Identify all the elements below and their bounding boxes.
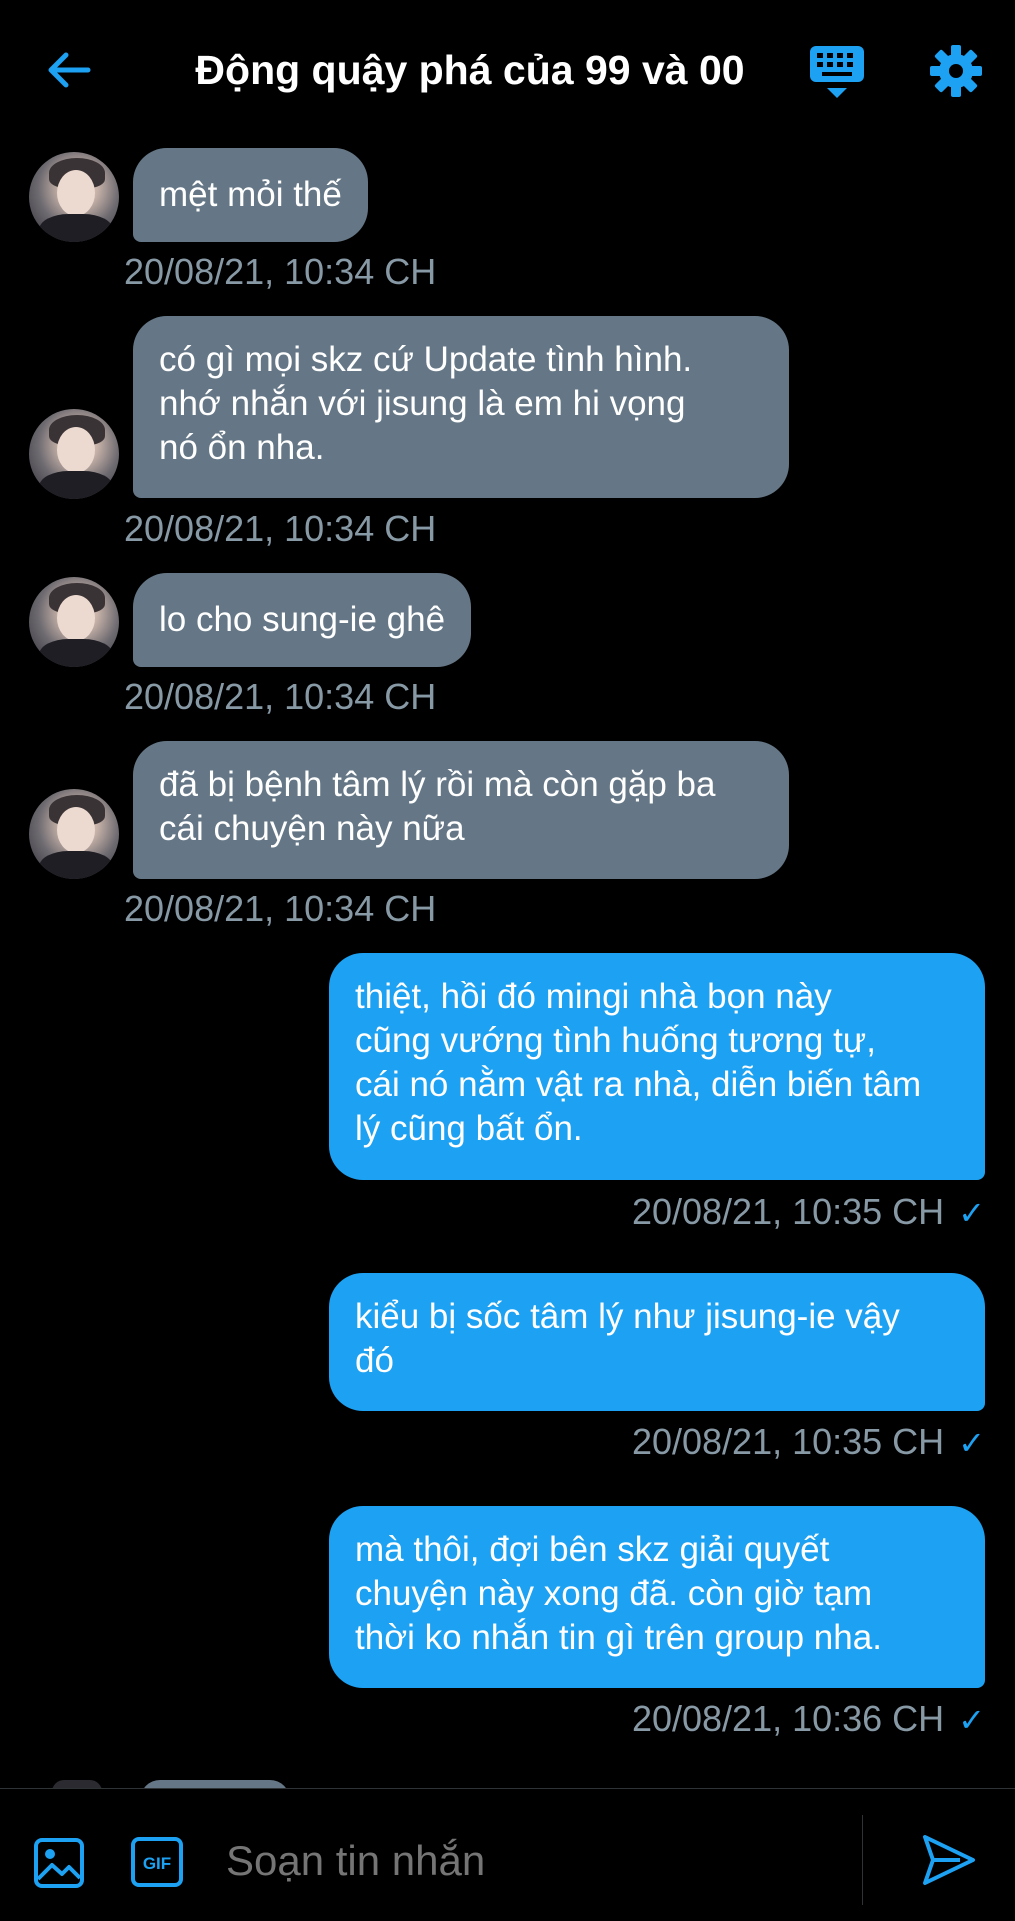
- keyboard-button[interactable]: [808, 44, 866, 100]
- message-text-line: cũng vướng tình huống tương tự,: [355, 1021, 876, 1060]
- message-timestamp: 20/08/21, 10:34 CH: [124, 676, 437, 717]
- add-image-button[interactable]: [33, 1837, 85, 1889]
- conversation-title: Động quậy phá của 99 và 00: [195, 47, 745, 93]
- send-icon: [923, 1835, 975, 1885]
- message-text-line: kiểu bị sốc tâm lý như jisung-ie vậy: [355, 1297, 900, 1336]
- message-text-line: mà thôi, đợi bên skz giải quyết: [355, 1530, 830, 1569]
- composer-divider: [862, 1815, 863, 1905]
- message-text-line: đã bị bệnh tâm lý rồi mà còn gặp ba: [159, 765, 716, 804]
- sent-check-icon: ✓: [958, 1195, 985, 1231]
- message-bubble-incoming[interactable]: lo cho sung-ie ghê: [133, 573, 472, 667]
- message-bubble-incoming[interactable]: mệt mỏi thế: [133, 148, 368, 242]
- message-timestamp: 20/08/21, 10:36 CH ✓: [632, 1697, 985, 1742]
- sender-avatar[interactable]: [29, 152, 119, 242]
- gif-label: GIF: [143, 1854, 171, 1873]
- timestamp-text: 20/08/21, 10:35 CH: [631, 1421, 945, 1462]
- message-text-line: nhớ nhắn với jisung là em hi vọng: [159, 384, 686, 423]
- timestamp-text: 20/08/21, 10:36 CH: [631, 1698, 945, 1739]
- message-text-line: cái nó nằm vật ra nhà, diễn biến tâm: [355, 1065, 922, 1104]
- message-text-line: có gì mọi skz cứ Update tình hình.: [159, 340, 693, 379]
- gif-icon: GIF: [131, 1837, 183, 1887]
- message-bubble-incoming[interactable]: có gì mọi skz cứ Update tình hình. nhớ n…: [133, 316, 789, 498]
- message-input[interactable]: [226, 1829, 826, 1893]
- message-text-line: thiệt, hồi đó mingi nhà bọn này: [355, 977, 832, 1016]
- message-timestamp: 20/08/21, 10:34 CH: [124, 508, 437, 549]
- sender-avatar[interactable]: [29, 577, 119, 667]
- message-timestamp: 20/08/21, 10:34 CH: [124, 251, 437, 292]
- timestamp-text: 20/08/21, 10:35 CH: [631, 1191, 945, 1232]
- message-text-line: cái chuyện này nữa: [159, 809, 465, 848]
- message-text-line: lý cũng bất ổn.: [355, 1109, 583, 1148]
- message-timestamp: 20/08/21, 10:34 CH: [124, 888, 437, 929]
- keyboard-icon: [810, 46, 864, 98]
- sent-check-icon: ✓: [958, 1425, 985, 1461]
- message-text-line: đó: [355, 1341, 394, 1380]
- message-text-line: chuyện này xong đã. còn giờ tạm: [355, 1574, 873, 1613]
- sender-avatar[interactable]: [29, 409, 119, 499]
- message-bubble-incoming[interactable]: đã bị bệnh tâm lý rồi mà còn gặp ba cái …: [133, 741, 789, 879]
- message-bubble-outgoing[interactable]: thiệt, hồi đó mingi nhà bọn này cũng vướ…: [329, 953, 985, 1180]
- message-text-line: thời ko nhắn tin gì trên group nha.: [355, 1618, 882, 1657]
- message-text-line: nó ổn nha.: [159, 428, 325, 467]
- message-timestamp: 20/08/21, 10:35 CH ✓: [632, 1190, 985, 1235]
- conversation-header: Động quậy phá của 99 và 00: [0, 0, 1015, 138]
- image-icon: [34, 1838, 84, 1888]
- sent-check-icon: ✓: [958, 1702, 985, 1738]
- message-composer: GIF: [0, 1788, 1015, 1921]
- settings-button[interactable]: [929, 44, 983, 98]
- sender-avatar[interactable]: [29, 789, 119, 879]
- message-text-line: mệt mỏi thế: [159, 175, 342, 214]
- send-button[interactable]: [920, 1831, 978, 1889]
- gear-icon: [930, 45, 982, 97]
- add-gif-button[interactable]: GIF: [130, 1836, 184, 1888]
- message-bubble-outgoing[interactable]: mà thôi, đợi bên skz giải quyết chuyện n…: [329, 1506, 985, 1688]
- back-button[interactable]: [42, 44, 94, 96]
- arrow-left-icon: [48, 52, 91, 88]
- message-bubble-outgoing[interactable]: kiểu bị sốc tâm lý như jisung-ie vậy đó: [329, 1273, 985, 1411]
- message-timestamp: 20/08/21, 10:35 CH ✓: [632, 1420, 985, 1465]
- message-text-line: lo cho sung-ie ghê: [159, 600, 446, 639]
